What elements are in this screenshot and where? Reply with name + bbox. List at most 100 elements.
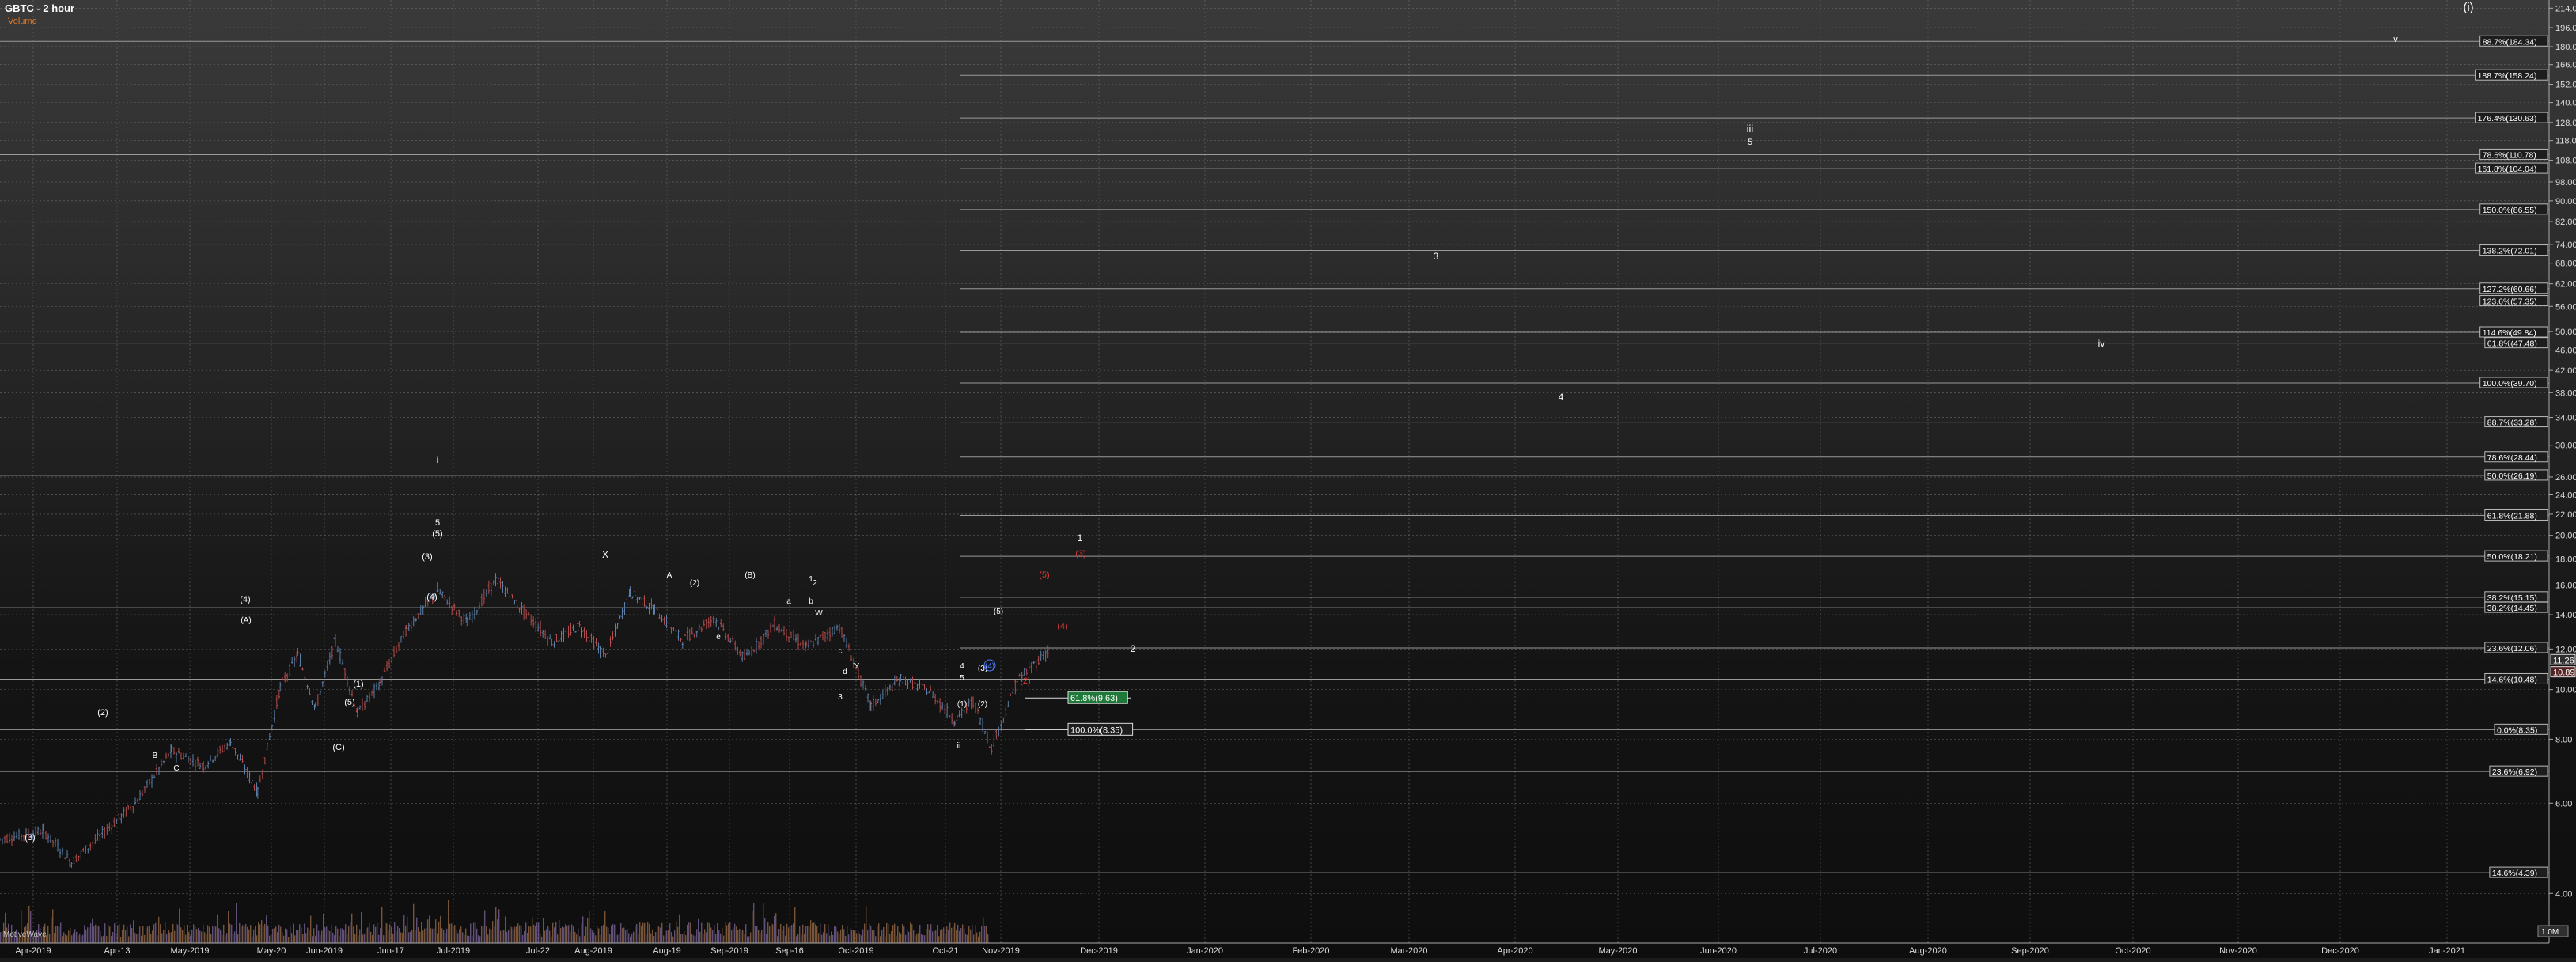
volume-bar bbox=[517, 923, 519, 943]
volume-bar bbox=[707, 922, 709, 943]
volume-bar bbox=[188, 931, 190, 943]
volume-bar bbox=[114, 923, 116, 943]
x-tick-label: Dec-2019 bbox=[1080, 946, 1118, 956]
volume-bar bbox=[611, 925, 612, 943]
wave-label: v bbox=[2393, 35, 2398, 44]
volume-bar bbox=[957, 924, 959, 943]
volume-bar bbox=[438, 921, 440, 943]
y-tick-label: 8.00 bbox=[2555, 735, 2572, 744]
x-tick-label: Feb-2020 bbox=[1292, 946, 1329, 956]
volume-bar bbox=[278, 924, 280, 943]
volume-bar bbox=[345, 924, 347, 943]
volume-bar bbox=[622, 928, 623, 943]
volume-bar bbox=[843, 929, 845, 943]
y-tick-label: 128.00 bbox=[2555, 119, 2576, 128]
volume-bar bbox=[916, 934, 918, 943]
wave-label-red: (2) bbox=[1020, 676, 1030, 686]
x-tick-label: Jun-17 bbox=[377, 946, 404, 956]
volume-bar bbox=[199, 930, 201, 943]
volume-bar bbox=[595, 935, 597, 943]
volume-bar bbox=[935, 930, 937, 943]
volume-bar bbox=[554, 927, 555, 943]
y-axis[interactable]: 214.00 196.00 180.00 166.00 152.00 140.00 128.… bbox=[2548, 0, 2576, 943]
volume-bar bbox=[922, 934, 924, 943]
volume-bar bbox=[302, 934, 304, 943]
volume-bar bbox=[460, 926, 462, 943]
volume-bar bbox=[133, 920, 134, 943]
volume-bar bbox=[680, 934, 682, 943]
volume-bar bbox=[104, 923, 106, 943]
volume-bar bbox=[731, 930, 733, 943]
volume-bar bbox=[210, 934, 212, 943]
volume-bar bbox=[484, 910, 486, 943]
volume-bar bbox=[291, 933, 293, 943]
volume-bar bbox=[392, 933, 394, 943]
volume-bar bbox=[870, 925, 872, 943]
volume-bar bbox=[848, 934, 850, 943]
volume-bar bbox=[560, 928, 562, 943]
volume-bar bbox=[503, 930, 505, 943]
volume-bar bbox=[956, 930, 957, 943]
volume-bar bbox=[519, 925, 521, 943]
volume-bar bbox=[805, 926, 807, 943]
volume-bar bbox=[758, 930, 760, 943]
wave-label: (2) bbox=[690, 579, 699, 588]
volume-bar bbox=[487, 934, 489, 943]
volume-bar bbox=[337, 928, 339, 943]
volume-bar bbox=[842, 924, 843, 943]
volume-bar bbox=[430, 928, 432, 943]
volume-bar bbox=[823, 932, 824, 943]
volume-bar bbox=[326, 926, 328, 943]
volume-bar bbox=[677, 926, 679, 943]
volume-bar bbox=[579, 936, 581, 943]
volume-bar bbox=[277, 932, 278, 943]
fib-level-label: 23.6%(12.06) bbox=[2487, 644, 2537, 653]
volume-bar bbox=[479, 936, 481, 943]
volume-bar bbox=[682, 934, 684, 943]
volume-bar bbox=[623, 927, 625, 943]
volume-bar bbox=[90, 923, 92, 943]
volume-bar bbox=[316, 924, 318, 943]
volume-bar bbox=[62, 936, 63, 943]
volume-bar bbox=[106, 936, 108, 943]
volume-bar bbox=[612, 924, 614, 943]
volume-bar bbox=[661, 922, 663, 943]
volume-bar bbox=[258, 922, 259, 943]
wave-label: (3) bbox=[422, 552, 432, 562]
wave-label-red: (4) bbox=[1057, 622, 1067, 631]
wave-label-blue: (4) bbox=[985, 662, 994, 671]
volume-bar bbox=[256, 935, 258, 943]
wave-label: (1) bbox=[353, 680, 363, 689]
wave-label: W bbox=[815, 609, 823, 618]
volume-bar bbox=[158, 916, 160, 943]
volume-bar bbox=[356, 924, 358, 943]
volume-bar bbox=[98, 925, 100, 943]
y-tick-label: 22.00 bbox=[2555, 510, 2576, 520]
volume-bar bbox=[565, 924, 566, 943]
volume-bar bbox=[804, 933, 805, 943]
volume-bar bbox=[427, 919, 429, 943]
y-tick-label: 214.00 bbox=[2555, 4, 2576, 13]
x-axis[interactable]: Apr-2019 Apr-13 May-2019 May-20 Jun-2019 Jun-… bbox=[0, 942, 2549, 956]
fib-level-label: 123.6%(57.35) bbox=[2483, 297, 2537, 307]
volume-bar bbox=[587, 918, 589, 943]
volume-bar bbox=[422, 930, 424, 943]
volume-bar bbox=[367, 927, 369, 943]
volume-bar bbox=[403, 915, 405, 943]
volume-bar bbox=[168, 930, 169, 943]
price-chart[interactable]: 88.7%(184.34) 188.7%(158.24) 176.4%(130.63… bbox=[0, 0, 2576, 958]
volume-bar bbox=[873, 930, 875, 943]
volume-bar bbox=[538, 922, 540, 943]
x-tick-label: Jul-2019 bbox=[437, 946, 470, 956]
volume-bar bbox=[193, 924, 195, 943]
volume-bar bbox=[79, 934, 81, 943]
volume-bar bbox=[172, 923, 174, 943]
volume-bar bbox=[772, 924, 774, 943]
wave-label: X bbox=[602, 549, 608, 560]
volume-bar bbox=[867, 930, 869, 943]
volume-bar bbox=[604, 911, 606, 943]
volume-bar bbox=[429, 915, 430, 943]
x-tick-label: Aug-19 bbox=[653, 946, 680, 956]
volume-bar bbox=[397, 926, 399, 943]
volume-bar bbox=[601, 926, 603, 943]
